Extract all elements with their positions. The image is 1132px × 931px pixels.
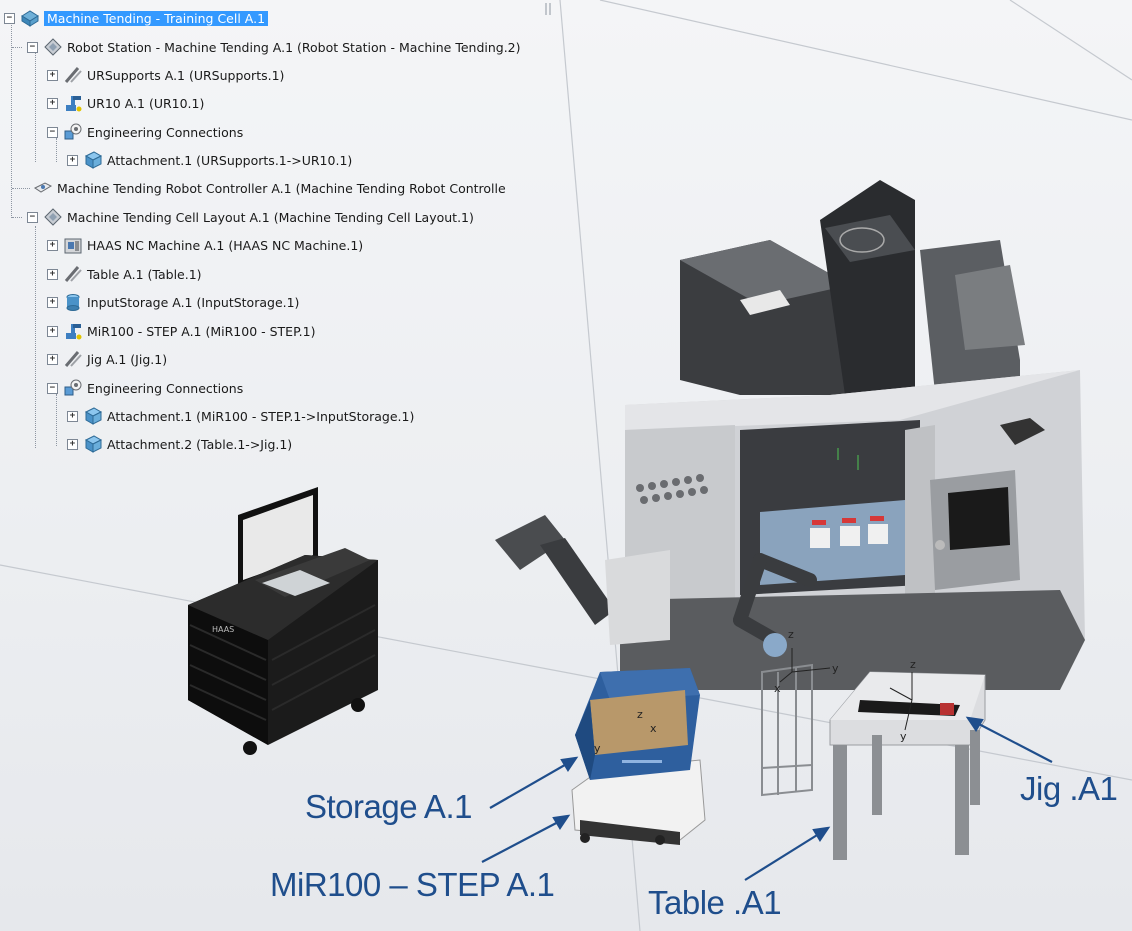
product-root-icon [21,10,39,27]
tree-node-label[interactable]: Attachment.2 (Table.1->Jig.1) [107,437,292,452]
collapse-toggle[interactable]: − [47,382,58,394]
expand-toggle[interactable]: + [47,268,58,280]
expand-toggle[interactable]: + [47,296,58,308]
support-part-icon [64,266,82,282]
expand-toggle[interactable]: + [47,325,58,337]
tree-node-cell-layout[interactable]: − Machine Tending Cell Layout A.1 (Machi… [27,206,474,228]
tree-node-label[interactable]: Attachment.1 (MiR100 - STEP.1->InputStor… [107,409,414,424]
tree-node-label[interactable]: URSupports A.1 (URSupports.1) [87,68,284,83]
engineering-connections-icon [64,123,82,140]
attachment-icon [84,435,103,453]
callout-jig: Jig .A1 [1020,770,1118,807]
cart-brand-label: HAAS [212,625,234,634]
tree-node-eng-connections-2[interactable]: − Engineering Connections [47,377,243,399]
tree-node-label[interactable]: UR10 A.1 (UR10.1) [87,96,204,111]
tree-node-attachment-2[interactable]: + Attachment.2 (Table.1->Jig.1) [67,433,292,455]
robot-icon [66,96,82,112]
product-icon [44,208,62,226]
expand-toggle[interactable]: + [47,69,58,81]
tree-node-input-storage[interactable]: + InputStorage A.1 (InputStorage.1) [47,291,299,313]
tree-node-attachment-1b[interactable]: + Attachment.1 (MiR100 - STEP.1->InputSt… [67,405,414,427]
collapse-toggle[interactable]: − [27,211,38,223]
robot-icon [66,324,82,340]
tree-node-ursupports[interactable]: + URSupports A.1 (URSupports.1) [47,64,284,86]
callout-mir100: MiR100 – STEP A.1 [270,866,555,903]
storage-icon [66,294,80,311]
tree-node-eng-connections-1[interactable]: − Engineering Connections [47,121,243,143]
support-axis-z: z [788,628,794,641]
tree-node-root[interactable]: − Machine Tending - Training Cell A.1 [4,7,269,29]
support-part-icon [64,67,82,83]
haas-nc-machine[interactable] [495,180,1085,690]
tree-node-label[interactable]: MiR100 - STEP A.1 (MiR100 - STEP.1) [87,324,315,339]
tool-cart[interactable]: HAAS [188,487,378,755]
tree-node-label[interactable]: HAAS NC Machine A.1 (HAAS NC Machine.1) [87,238,363,253]
jig-axis-z: z [910,658,916,671]
tree-node-label[interactable]: Engineering Connections [87,125,243,140]
tree-node-label[interactable]: Table A.1 (Table.1) [87,267,202,282]
support-axis-x: x [774,682,781,695]
attachment-icon [84,151,103,169]
specification-tree[interactable]: − Machine Tending - Training Cell A.1 − … [0,0,560,470]
tree-node-label[interactable]: Robot Station - Machine Tending A.1 (Rob… [67,40,521,55]
product-icon [44,38,62,56]
tree-node-label[interactable]: Machine Tending Robot Controller A.1 (Ma… [57,181,506,196]
tree-node-jig[interactable]: + Jig A.1 (Jig.1) [47,348,167,370]
tree-node-label[interactable]: InputStorage A.1 (InputStorage.1) [87,295,299,310]
tree-connector [56,394,57,446]
tree-node-mir100[interactable]: + MiR100 - STEP A.1 (MiR100 - STEP.1) [47,320,315,342]
collapse-toggle[interactable]: − [27,41,38,53]
tree-node-robot-station[interactable]: − Robot Station - Machine Tending A.1 (R… [27,36,521,58]
tree-connector [35,226,36,448]
collapse-toggle[interactable]: − [47,126,58,138]
engineering-connections-icon [64,379,82,396]
tree-connector [12,217,22,218]
callout-table: Table .A1 [648,884,782,921]
tree-node-ur10[interactable]: + UR10 A.1 (UR10.1) [47,92,204,114]
attachment-icon [84,407,103,425]
expand-toggle[interactable]: + [47,353,58,365]
tree-node-label[interactable]: Machine Tending - Training Cell A.1 [44,10,269,26]
tree-node-label[interactable]: Machine Tending Cell Layout A.1 (Machine… [67,210,474,225]
tree-connector [35,52,36,162]
storage-axis-y: y [594,742,601,755]
table[interactable] [829,671,986,860]
tree-node-haas-nc[interactable]: + HAAS NC Machine A.1 (HAAS NC Machine.1… [47,234,363,256]
storage-axis-z: z [637,708,643,721]
support-axis-y: y [832,662,839,675]
tree-connector [12,47,22,48]
tree-connector [12,188,30,189]
expand-toggle[interactable]: + [67,154,78,166]
tree-node-label[interactable]: Attachment.1 (URSupports.1->UR10.1) [107,153,352,168]
nc-machine-icon [64,238,82,254]
jig-axis-y: y [900,730,907,743]
storage-axis-x: x [650,722,657,735]
controller-icon [34,182,53,193]
expand-toggle[interactable]: + [47,239,58,251]
callout-storage: Storage A.1 [305,788,472,825]
tree-node-attachment-1a[interactable]: + Attachment.1 (URSupports.1->UR10.1) [67,149,352,171]
expand-toggle[interactable]: + [67,438,78,450]
tree-node-table[interactable]: + Table A.1 (Table.1) [47,263,202,285]
expand-toggle[interactable]: + [67,410,78,422]
tree-node-label[interactable]: Engineering Connections [87,381,243,396]
input-storage[interactable] [575,668,700,780]
tree-node-label[interactable]: Jig A.1 (Jig.1) [87,352,167,367]
expand-toggle[interactable]: + [47,97,58,109]
support-part-icon [64,351,82,367]
collapse-toggle[interactable]: − [4,12,15,24]
tree-node-robot-controller[interactable]: Machine Tending Robot Controller A.1 (Ma… [33,177,506,199]
